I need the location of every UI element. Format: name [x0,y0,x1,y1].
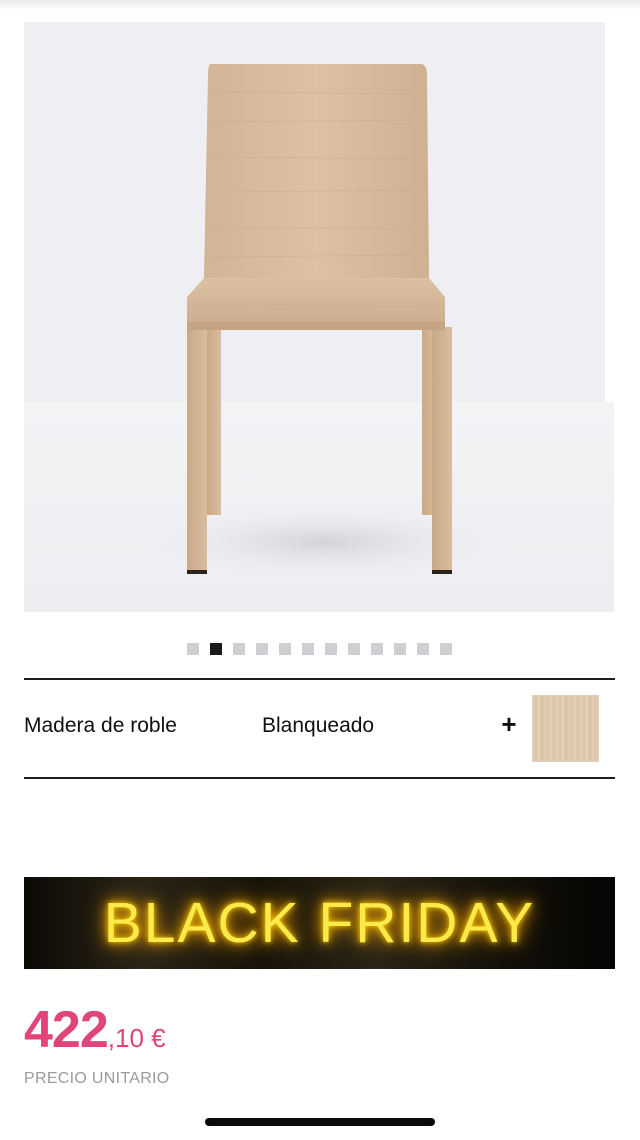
expand-option-button[interactable]: + [498,710,520,738]
gallery-dot[interactable] [187,643,199,655]
home-indicator[interactable] [205,1118,435,1126]
black-friday-banner[interactable]: BLACK FRIDAY [24,877,615,969]
option-row[interactable]: Madera de roble Blanqueado + [24,680,615,777]
gallery-dot[interactable] [256,643,268,655]
gallery-dot[interactable] [302,643,314,655]
gallery-dot[interactable] [371,643,383,655]
price-decimal: ,10 € [107,1023,166,1053]
finish-value: Blanqueado [262,714,375,737]
gallery-pagination[interactable] [187,643,452,655]
divider-bottom [24,777,615,779]
gallery-dot[interactable] [279,643,291,655]
chair-illustration [134,64,514,580]
price-integer: 422 [24,1001,109,1059]
unit-price-label: PRECIO UNITARIO [24,1070,170,1087]
oak-wood-swatch-icon[interactable] [532,695,599,762]
gallery-dot[interactable] [417,643,429,655]
gallery-dot[interactable] [394,643,406,655]
gallery-dot[interactable] [325,643,337,655]
product-image[interactable] [24,22,614,612]
gallery-dot[interactable] [233,643,245,655]
gallery-dot[interactable] [348,643,360,655]
top-edge [0,0,640,10]
product-price: 422,10 € [24,1000,166,1060]
gallery-dot[interactable] [440,643,452,655]
banner-text: BLACK FRIDAY [103,891,536,955]
gallery-dot[interactable] [210,643,222,655]
material-label: Madera de roble [24,714,177,737]
